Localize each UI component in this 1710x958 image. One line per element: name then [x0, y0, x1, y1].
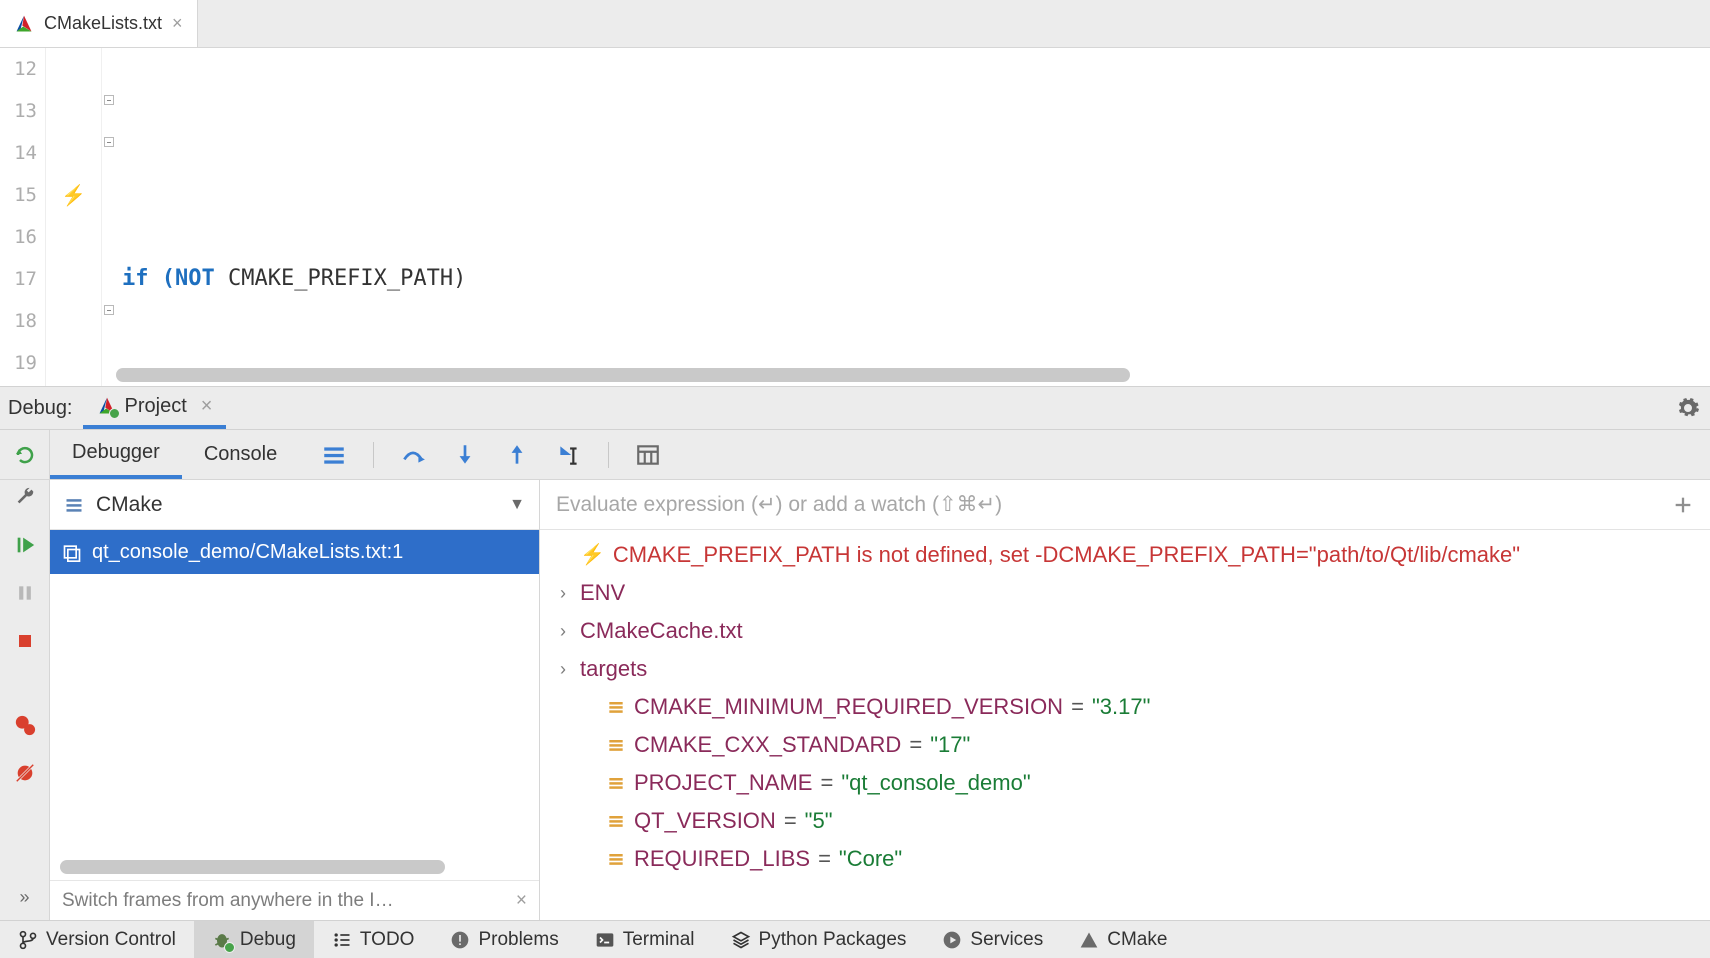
- debug-body: » CMake ▼ qt_console_demo/CMakeLists.txt…: [0, 480, 1710, 920]
- frames-horizontal-scrollbar[interactable]: [60, 860, 529, 874]
- settings-wrench-icon[interactable]: [12, 484, 38, 510]
- variables-list[interactable]: ⚡ CMAKE_PREFIX_PATH is not defined, set …: [540, 530, 1710, 920]
- frames-panel: CMake ▼ qt_console_demo/CMakeLists.txt:1…: [50, 480, 540, 920]
- variable-icon: [606, 849, 626, 869]
- step-over-icon[interactable]: [400, 442, 426, 468]
- stack-icon: [64, 495, 84, 515]
- variables-panel: ⚡ CMAKE_PREFIX_PATH is not defined, set …: [540, 480, 1710, 920]
- line-number-gutter: 1213141516171819: [0, 48, 46, 386]
- fold-toggle-icon[interactable]: [104, 305, 114, 315]
- packages-icon: [731, 930, 751, 950]
- run-to-cursor-icon[interactable]: [556, 442, 582, 468]
- cmake-config-icon: [97, 396, 117, 416]
- close-config-icon[interactable]: ×: [201, 395, 213, 418]
- expand-arrow-icon[interactable]: ›: [554, 654, 572, 684]
- editor-tab-label: CMakeLists.txt: [44, 13, 162, 34]
- list-icon: [332, 930, 352, 950]
- variable-row[interactable]: CMAKE_CXX_STANDARD = "17": [540, 726, 1710, 764]
- debugger-tab[interactable]: Debugger: [50, 430, 182, 479]
- debug-tool-header: Debug: Project ×: [0, 386, 1710, 430]
- pause-button[interactable]: [12, 580, 38, 606]
- cmake-triangle-icon: [1079, 930, 1099, 950]
- evaluate-expression-input[interactable]: [556, 493, 1662, 517]
- warning-circle-icon: [450, 930, 470, 950]
- fold-toggle-icon[interactable]: [104, 95, 114, 105]
- frames-hint: Switch frames from anywhere in the I… ×: [50, 880, 539, 920]
- mute-breakpoints-icon[interactable]: [12, 760, 38, 786]
- bottom-tool-bar: Version Control Debug TODO Problems Term…: [0, 920, 1710, 958]
- variable-row[interactable]: REQUIRED_LIBS = "Core": [540, 840, 1710, 878]
- services-tab[interactable]: Services: [924, 921, 1061, 958]
- terminal-tab[interactable]: Terminal: [577, 921, 713, 958]
- evaluate-expression-icon[interactable]: [635, 442, 661, 468]
- expand-arrow-icon[interactable]: ›: [554, 578, 572, 608]
- threads-icon[interactable]: [321, 442, 347, 468]
- variable-icon: [606, 773, 626, 793]
- variable-row[interactable]: CMAKE_MINIMUM_REQUIRED_VERSION = "3.17": [540, 688, 1710, 726]
- debug-side-actions: »: [0, 480, 50, 920]
- rerun-button[interactable]: [0, 430, 50, 479]
- code-editor[interactable]: 1213141516171819 ⚡ if (NOT CMAKE_PREFIX_…: [0, 48, 1710, 386]
- cmake-tab[interactable]: CMake: [1061, 921, 1185, 958]
- rerun-icon: [13, 443, 37, 467]
- variable-row[interactable]: QT_VERSION = "5": [540, 802, 1710, 840]
- step-into-icon[interactable]: [452, 442, 478, 468]
- variable-icon: [606, 811, 626, 831]
- terminal-icon: [595, 930, 615, 950]
- close-tab-icon[interactable]: ×: [172, 13, 183, 34]
- version-control-tab[interactable]: Version Control: [0, 921, 194, 958]
- bug-icon: [212, 930, 232, 950]
- code-content[interactable]: if (NOT CMAKE_PREFIX_PATH) if (WIN32 OR …: [116, 48, 1710, 386]
- error-marker-icon: ⚡: [61, 183, 86, 208]
- fold-gutter: [102, 48, 116, 386]
- problems-tab[interactable]: Problems: [432, 921, 576, 958]
- variable-row[interactable]: PROJECT_NAME = "qt_console_demo": [540, 764, 1710, 802]
- stack-frame-row[interactable]: qt_console_demo/CMakeLists.txt:1: [50, 530, 539, 574]
- debug-toolbar: Debugger Console: [0, 430, 1710, 480]
- debug-config-tab[interactable]: Project ×: [83, 387, 227, 429]
- console-tab[interactable]: Console: [182, 430, 299, 479]
- debug-config-label: Project: [125, 395, 187, 418]
- debug-tab[interactable]: Debug: [194, 921, 314, 958]
- marker-gutter: ⚡: [46, 48, 102, 386]
- play-circle-icon: [942, 930, 962, 950]
- more-actions-icon[interactable]: »: [12, 884, 38, 910]
- settings-icon[interactable]: [1676, 396, 1700, 420]
- variable-node[interactable]: › ENV: [540, 574, 1710, 612]
- frame-icon: [62, 542, 82, 562]
- view-breakpoints-icon[interactable]: [12, 712, 38, 738]
- variable-node[interactable]: › CMakeCache.txt: [540, 612, 1710, 650]
- editor-tab-bar: CMakeLists.txt ×: [0, 0, 1710, 48]
- close-hint-icon[interactable]: ×: [516, 890, 527, 912]
- branch-icon: [18, 930, 38, 950]
- variable-icon: [606, 735, 626, 755]
- error-message-row: ⚡ CMAKE_PREFIX_PATH is not defined, set …: [540, 536, 1710, 574]
- stack-frame-label: qt_console_demo/CMakeLists.txt:1: [92, 541, 403, 564]
- variable-node[interactable]: › targets: [540, 650, 1710, 688]
- debug-label: Debug:: [8, 397, 73, 420]
- step-out-icon[interactable]: [504, 442, 530, 468]
- fold-toggle-icon[interactable]: [104, 137, 114, 147]
- editor-horizontal-scrollbar[interactable]: [116, 368, 1700, 382]
- lightning-icon: ⚡: [580, 540, 605, 570]
- todo-tab[interactable]: TODO: [314, 921, 433, 958]
- python-packages-tab[interactable]: Python Packages: [713, 921, 925, 958]
- resume-button[interactable]: [12, 532, 38, 558]
- variable-icon: [606, 697, 626, 717]
- frames-thread-dropdown[interactable]: CMake ▼: [50, 480, 539, 530]
- chevron-down-icon: ▼: [509, 496, 525, 514]
- add-watch-icon[interactable]: [1672, 494, 1694, 516]
- expand-arrow-icon[interactable]: ›: [554, 616, 572, 646]
- editor-tab[interactable]: CMakeLists.txt ×: [0, 0, 198, 47]
- cmake-file-icon: [14, 14, 34, 34]
- frames-dropdown-label: CMake: [96, 493, 163, 517]
- stop-button[interactable]: [12, 628, 38, 654]
